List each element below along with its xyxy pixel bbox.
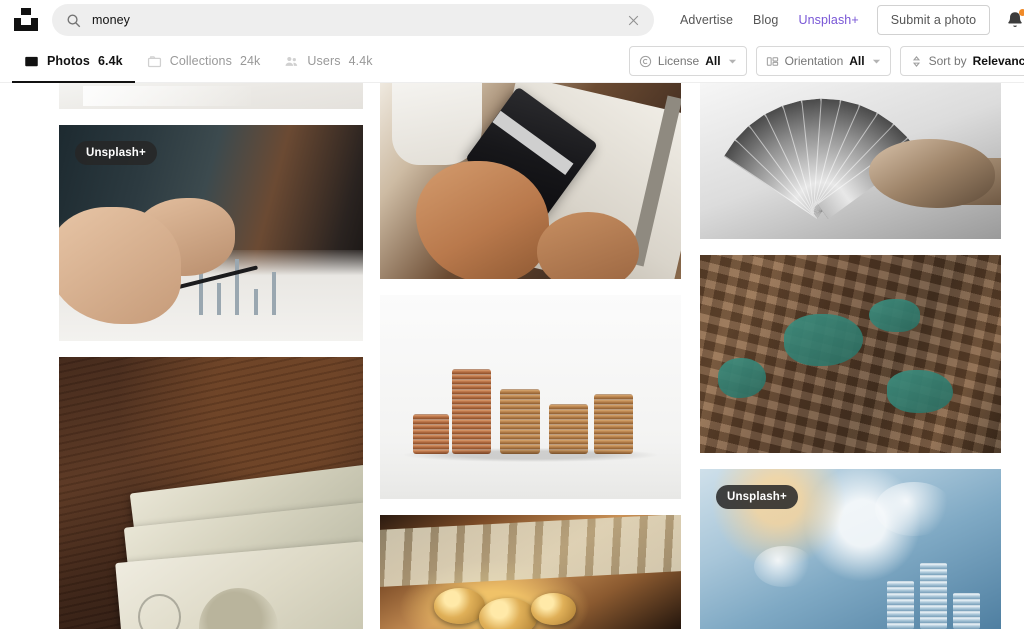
chevron-down-icon xyxy=(872,59,880,63)
search-filters: License All Orientation All Sort by Rele… xyxy=(628,46,1024,76)
grid-column-1: Unsplash+ xyxy=(59,83,363,629)
nav-link-blog[interactable]: Blog xyxy=(743,13,788,27)
search-icon xyxy=(67,14,81,27)
photo-image xyxy=(700,255,1001,453)
orientation-filter-button[interactable]: Orientation All xyxy=(755,46,891,76)
photo-grid: Unsplash+ Unsplash+ xyxy=(0,83,1024,629)
photo-card-coin-stacks[interactable] xyxy=(380,295,681,499)
photo-card-banknote-world-map[interactable] xyxy=(700,255,1001,453)
notification-badge-dot xyxy=(1019,9,1024,16)
photo-card-blue-coin-stacks[interactable]: Unsplash+ xyxy=(700,469,1001,629)
photo-card-fan-of-cash[interactable] xyxy=(700,83,1001,239)
tab-photos-label: Photos xyxy=(47,54,90,68)
unsplash-plus-badge[interactable]: Unsplash+ xyxy=(716,485,798,509)
tab-users[interactable]: Users 4.4k xyxy=(272,40,384,83)
chevron-down-icon xyxy=(728,59,736,63)
grid-column-2 xyxy=(380,83,681,629)
submit-a-photo-button[interactable]: Submit a photo xyxy=(876,5,991,35)
license-filter-label: License xyxy=(657,54,700,68)
photo-image xyxy=(380,295,681,499)
photo-card-credit-card-laptop[interactable] xyxy=(380,83,681,279)
search-input[interactable] xyxy=(92,13,624,27)
header-nav: Advertise Blog Unsplash+ xyxy=(670,13,869,27)
photo-image xyxy=(59,83,363,109)
sort-by-label: Sort by xyxy=(928,54,967,68)
tab-collections-label: Collections xyxy=(169,54,232,68)
photo-card-desk-partial[interactable] xyxy=(59,83,363,109)
tab-photos-count: 6.4k xyxy=(97,54,123,68)
search-bar[interactable] xyxy=(52,4,654,36)
collections-icon xyxy=(147,55,161,67)
photo-image xyxy=(59,357,363,629)
sort-by-value: Relevance xyxy=(972,54,1024,68)
grid-column-3: Unsplash+ xyxy=(700,83,1001,629)
sort-by-button[interactable]: Sort by Relevance xyxy=(899,46,1024,76)
close-icon xyxy=(628,15,638,25)
photo-image xyxy=(380,515,681,629)
tab-users-label: Users xyxy=(307,54,341,68)
tab-photos[interactable]: Photos 6.4k xyxy=(12,40,135,83)
tab-collections[interactable]: Collections 24k xyxy=(135,40,273,83)
orientation-filter-value: All xyxy=(849,54,865,68)
unsplash-plus-badge[interactable]: Unsplash+ xyxy=(75,141,157,165)
license-filter-value: All xyxy=(705,54,721,68)
photo-image xyxy=(700,83,1001,239)
license-filter-button[interactable]: License All xyxy=(628,46,747,76)
app-header: Advertise Blog Unsplash+ Submit a photo xyxy=(0,0,1024,40)
license-icon xyxy=(639,55,652,67)
users-icon xyxy=(285,56,298,66)
tab-collections-count: 24k xyxy=(239,54,261,68)
photo-card-cash-on-wood[interactable] xyxy=(59,357,363,629)
nav-link-unsplash-plus[interactable]: Unsplash+ xyxy=(788,13,868,27)
photo-icon xyxy=(25,56,38,66)
clear-search-button[interactable] xyxy=(624,11,642,29)
orientation-icon xyxy=(766,56,778,66)
unsplash-logo[interactable] xyxy=(12,7,40,33)
search-subnav: Photos 6.4k Collections 24k Users 4.4k L… xyxy=(0,40,1024,83)
orientation-filter-label: Orientation xyxy=(784,54,844,68)
notification-bell-icon[interactable] xyxy=(1004,9,1024,31)
nav-link-advertise[interactable]: Advertise xyxy=(670,13,743,27)
search-tabs: Photos 6.4k Collections 24k Users 4.4k xyxy=(12,40,385,83)
photo-card-bills-and-gold-coins[interactable] xyxy=(380,515,681,629)
photo-card-analyst-desk[interactable]: Unsplash+ xyxy=(59,125,363,341)
photo-image xyxy=(380,83,681,279)
tab-users-count: 4.4k xyxy=(348,54,373,68)
sort-icon xyxy=(912,55,920,67)
